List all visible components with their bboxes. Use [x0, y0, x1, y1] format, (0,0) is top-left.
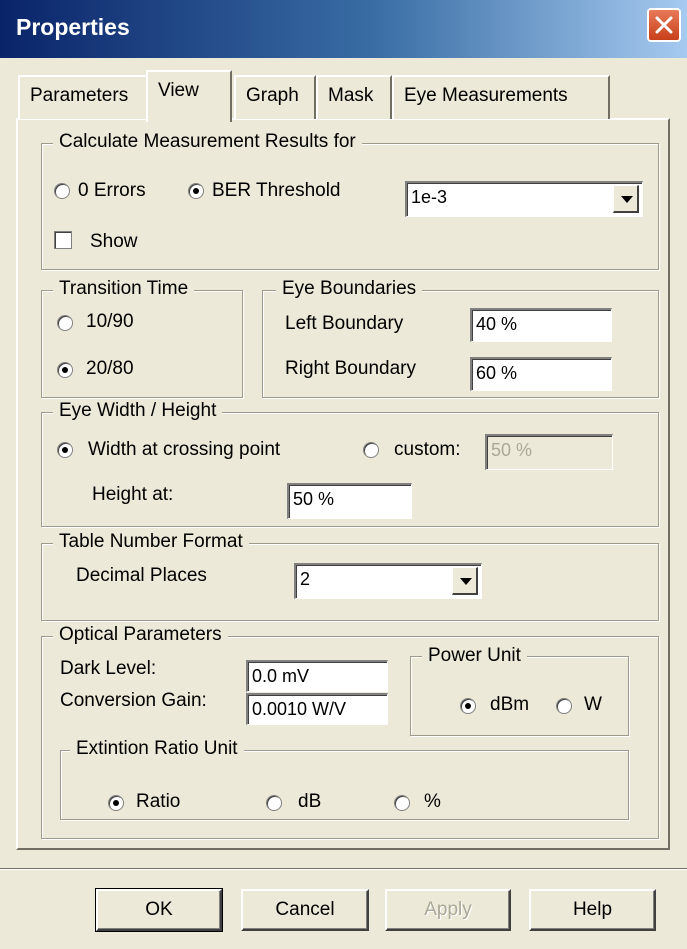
radio-ext-percent[interactable] [394, 795, 410, 811]
radio-ext-db-label[interactable]: dB [298, 791, 321, 813]
close-icon [655, 16, 673, 34]
radio-0-errors-label[interactable]: 0 Errors [78, 180, 146, 202]
tab-label: View [158, 80, 199, 101]
custom-width-input[interactable]: 50 % [485, 434, 613, 470]
radio-power-dbm[interactable] [460, 698, 476, 714]
tab-label: Mask [328, 85, 374, 106]
conversion-gain-label: Conversion Gain: [60, 690, 207, 711]
help-button[interactable]: Help [529, 889, 656, 931]
ok-button[interactable]: OK [95, 888, 223, 932]
show-checkbox-label[interactable]: Show [90, 231, 138, 253]
decimal-dropdown-button[interactable] [452, 567, 478, 595]
dark-level-input[interactable]: 0.0 mV [246, 660, 388, 692]
calc-results-legend: Calculate Measurement Results for [53, 131, 362, 153]
extinction-ratio-legend: Extintion Ratio Unit [70, 738, 244, 760]
radio-ext-percent-label[interactable]: % [424, 791, 441, 813]
decimal-places-value: 2 [300, 569, 311, 589]
radio-ber-threshold[interactable] [188, 183, 204, 199]
table-number-format-legend: Table Number Format [53, 531, 249, 553]
tab-label: Graph [246, 85, 299, 106]
radio-power-w-label[interactable]: W [584, 694, 602, 716]
eye-boundaries-legend: Eye Boundaries [276, 278, 423, 300]
show-checkbox[interactable] [54, 231, 72, 249]
transition-time-group [41, 290, 243, 398]
radio-width-crossing-label[interactable]: Width at crossing point [88, 439, 280, 461]
tab-parameters[interactable]: Parameters [18, 75, 148, 119]
optical-parameters-legend: Optical Parameters [53, 624, 228, 646]
tab-mask[interactable]: Mask [316, 75, 392, 119]
apply-button[interactable]: Apply [385, 889, 511, 931]
radio-10-90-label[interactable]: 10/90 [86, 311, 134, 333]
radio-custom-label[interactable]: custom: [394, 439, 461, 461]
radio-10-90[interactable] [57, 315, 73, 331]
eye-width-height-legend: Eye Width / Height [53, 400, 223, 422]
right-boundary-input[interactable]: 60 % [470, 357, 612, 391]
height-at-input[interactable]: 50 % [287, 483, 412, 519]
radio-20-80[interactable] [57, 362, 73, 378]
cancel-button[interactable]: Cancel [241, 889, 369, 931]
tab-eye-measurements[interactable]: Eye Measurements [392, 75, 610, 119]
left-boundary-label: Left Boundary [285, 313, 404, 334]
ber-threshold-select[interactable]: 1e-3 [405, 181, 643, 217]
right-boundary-label: Right Boundary [285, 358, 416, 379]
close-button[interactable] [647, 8, 681, 42]
transition-time-legend: Transition Time [53, 278, 195, 300]
height-at-label: Height at: [92, 484, 174, 505]
radio-ber-threshold-label[interactable]: BER Threshold [212, 180, 341, 202]
bottom-separator [0, 868, 687, 870]
window-title: Properties [16, 14, 130, 40]
ber-threshold-value: 1e-3 [411, 187, 448, 207]
tab-label: Parameters [30, 85, 129, 106]
power-unit-legend: Power Unit [422, 645, 527, 667]
left-boundary-input[interactable]: 40 % [470, 308, 612, 342]
decimal-places-label: Decimal Places [76, 565, 207, 586]
radio-0-errors[interactable] [54, 183, 70, 199]
radio-ext-ratio[interactable] [108, 795, 124, 811]
radio-ext-db[interactable] [266, 795, 282, 811]
radio-power-w[interactable] [556, 698, 572, 714]
dark-level-label: Dark Level: [60, 658, 157, 679]
ber-dropdown-button[interactable] [613, 185, 639, 213]
radio-ext-ratio-label[interactable]: Ratio [136, 791, 180, 813]
tab-label: Eye Measurements [404, 85, 568, 106]
radio-width-crossing[interactable] [57, 442, 73, 458]
radio-power-dbm-label[interactable]: dBm [490, 694, 529, 716]
tab-graph[interactable]: Graph [234, 75, 316, 119]
radio-20-80-label[interactable]: 20/80 [86, 358, 134, 380]
conversion-gain-input[interactable]: 0.0010 W/V [246, 693, 388, 725]
tab-view[interactable]: View [146, 70, 232, 122]
radio-custom[interactable] [363, 442, 379, 458]
